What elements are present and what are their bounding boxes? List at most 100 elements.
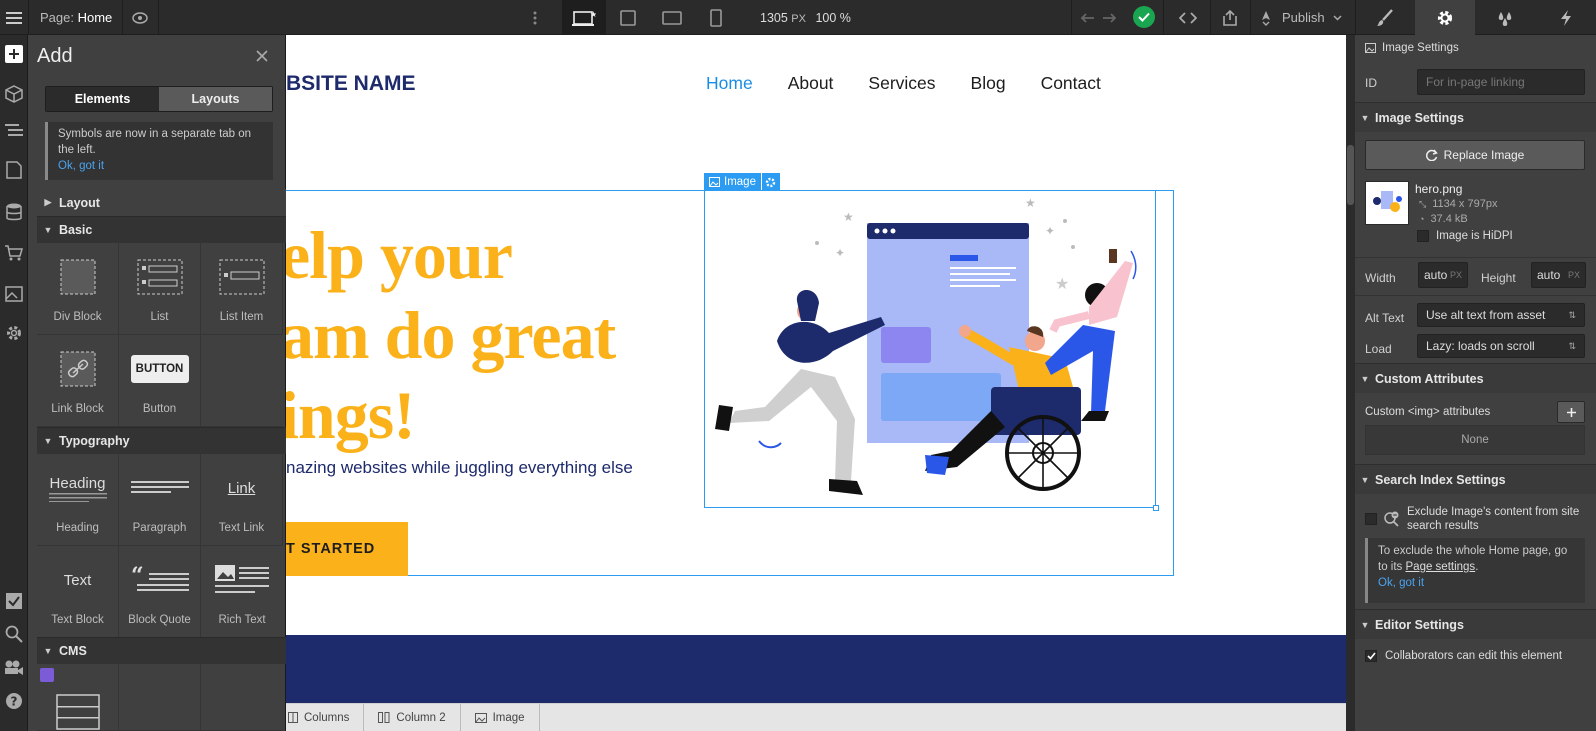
breadcrumb-columns[interactable]: Columns [286,704,365,731]
site-name[interactable]: BSITE NAME [286,72,416,96]
export-icon[interactable] [1218,8,1242,28]
audit-check-icon[interactable] [0,587,28,615]
nav-link-contact[interactable]: Contact [1041,73,1101,94]
mobile-icon[interactable] [694,0,738,35]
empty-tile [201,335,283,427]
tablet-landscape-icon[interactable] [606,0,650,35]
element-text-block[interactable]: Text Text Block [37,546,119,638]
settings-icon[interactable] [0,319,28,347]
symbols-cube-icon[interactable] [0,80,28,108]
style-brush-tab[interactable] [1355,0,1415,35]
element-list-item[interactable]: List Item [201,243,283,335]
tab-elements[interactable]: Elements [46,87,159,111]
panel-context-header: Image Settings [1365,42,1459,54]
hero-subtext[interactable]: nazing websites while juggling everythin… [286,458,633,478]
collaborators-checkbox[interactable] [1365,650,1377,662]
close-icon[interactable] [254,48,270,64]
more-vertical-icon[interactable] [530,8,540,28]
checkmark-icon [1366,652,1376,660]
section-title: Editor Settings [1375,617,1464,632]
caret-right-icon: ▶ [44,197,52,207]
add-panel-button[interactable] [0,40,28,68]
help-icon[interactable]: ? [0,687,28,715]
lightning-icon [1560,9,1571,26]
id-input[interactable]: For in-page linking [1417,69,1585,95]
hidpi-checkbox[interactable] [1417,230,1429,242]
element-link-block[interactable]: Link Block [37,335,119,427]
ecommerce-cart-icon[interactable] [0,239,28,267]
page-selector[interactable]: Page: Home [40,10,112,25]
breadcrumb-column-2[interactable]: Column 2 [364,704,461,731]
element-collection-list[interactable] [37,664,119,731]
nav-link-home[interactable]: Home [706,73,753,94]
assets-image-icon[interactable] [0,280,28,308]
lightning-tab[interactable] [1535,0,1596,35]
section-layout[interactable]: ▶ Layout [37,189,286,216]
exclude-note-dismiss-link[interactable]: Ok, got it [1378,575,1575,591]
alt-text-select[interactable]: Use alt text from asset ⇅ [1417,303,1585,327]
search-index-section[interactable]: ▼ Search Index Settings [1355,464,1596,494]
tab-elements-label: Elements [74,92,131,106]
undo-icon[interactable] [1078,8,1098,28]
replace-image-button[interactable]: Replace Image [1365,140,1585,170]
code-icon[interactable] [1176,8,1200,28]
design-canvas[interactable]: BSITE NAME Home About Services Blog Cont… [286,35,1346,703]
element-rich-text[interactable]: Rich Text [201,546,283,638]
collection-list-icon [55,694,100,730]
cms-database-icon[interactable] [0,198,28,226]
element-label: Heading [56,522,99,534]
editor-settings-section[interactable]: ▼ Editor Settings [1355,609,1596,639]
element-button[interactable]: BUTTON Button [119,335,201,427]
interactions-tab[interactable] [1475,0,1535,35]
navigator-icon[interactable] [0,117,28,145]
height-input[interactable]: auto PX [1531,262,1586,288]
element-div-block[interactable]: Div Block [37,243,119,335]
nav-link-about[interactable]: About [788,73,834,94]
element-heading[interactable]: Heading Heading [37,454,119,546]
image-thumbnail[interactable] [1365,181,1409,225]
canvas-scrollbar[interactable] [1346,35,1355,703]
section-typography[interactable]: ▼ Typography [37,427,286,454]
section-cms[interactable]: ▼ CMS [37,637,286,664]
menu-icon[interactable] [0,0,28,35]
preview-eye-icon[interactable] [128,8,152,28]
tablet-icon[interactable] [650,0,694,35]
heading-preview: Heading [49,474,106,492]
settings-gear-tab[interactable] [1415,0,1475,35]
publish-button[interactable]: Publish [1258,0,1342,35]
image-settings-section[interactable]: ▼ Image Settings [1355,102,1596,132]
redo-icon[interactable] [1099,8,1119,28]
scrollbar-thumb[interactable] [1347,145,1354,205]
element-paragraph[interactable]: Paragraph [119,454,201,546]
element-settings-gear-icon[interactable] [761,173,780,191]
resize-handle[interactable] [1153,505,1159,511]
cta-button[interactable]: T STARTED [286,522,408,576]
video-tutorials-icon[interactable] [0,653,28,681]
nav-link-blog[interactable]: Blog [971,73,1006,94]
nav-link-services[interactable]: Services [868,73,935,94]
add-attribute-button[interactable] [1557,401,1585,423]
element-list[interactable]: List [119,243,201,335]
element-text-link[interactable]: Link Text Link [201,454,283,546]
load-label: Load [1365,342,1392,356]
hero-heading[interactable]: elp your am do great ings! [286,215,616,455]
width-input[interactable]: auto PX [1418,262,1468,288]
exclude-search-checkbox[interactable] [1365,513,1377,525]
notice-dismiss-link[interactable]: Ok, got it [58,158,263,174]
load-select[interactable]: Lazy: loads on scroll ⇅ [1417,334,1585,358]
search-icon[interactable] [0,620,28,648]
custom-attributes-section[interactable]: ▼ Custom Attributes [1355,363,1596,393]
file-name: hero.png [1415,182,1463,196]
desktop-breakpoint-icon[interactable]: ★ [562,0,606,35]
pages-icon[interactable] [0,156,28,184]
element-block-quote[interactable]: “ Block Quote [119,546,201,638]
symbols-notice: Symbols are now in a separate tab on the… [45,122,273,180]
selected-hero-image[interactable]: ★ ★ ✦ ✦ ★ [704,190,1159,511]
collaborators-checkbox-row[interactable]: Collaborators can edit this element [1365,650,1562,662]
breadcrumb-image[interactable]: Image [461,704,540,731]
page-settings-link[interactable]: Page settings [1406,561,1476,573]
section-basic[interactable]: ▼ Basic [37,216,286,243]
hidpi-checkbox-row[interactable]: Image is HiDPI [1417,230,1513,242]
selection-label[interactable]: Image [704,173,780,191]
tab-layouts[interactable]: Layouts [159,87,272,111]
